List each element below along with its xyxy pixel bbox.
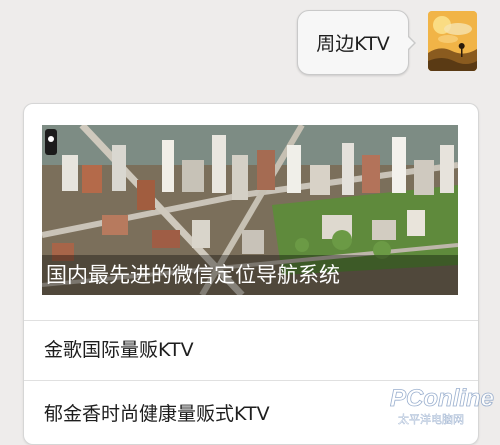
list-item-label: 金歌国际量贩KTV [44,339,194,361]
list-item[interactable]: 郁金香时尚健康量贩式KTV [24,384,478,444]
list-item[interactable]: 金歌国际量贩KTV [24,320,478,380]
sent-message-bubble[interactable]: 周边KTV [297,10,416,75]
result-card[interactable]: 国内最先进的微信定位导航系统 金歌国际量贩KTV 郁金香时尚健康量贩式KTV [23,103,479,445]
divider [24,380,478,381]
sunset-landscape-icon [428,11,477,71]
sent-message-text: 周边KTV [316,33,390,55]
map-pin-icon [45,129,57,155]
banner-image[interactable]: 国内最先进的微信定位导航系统 [42,125,458,295]
banner-caption: 国内最先进的微信定位导航系统 [42,255,458,295]
list-item-label: 郁金香时尚健康量贩式KTV [44,403,270,425]
user-avatar[interactable] [428,11,477,71]
